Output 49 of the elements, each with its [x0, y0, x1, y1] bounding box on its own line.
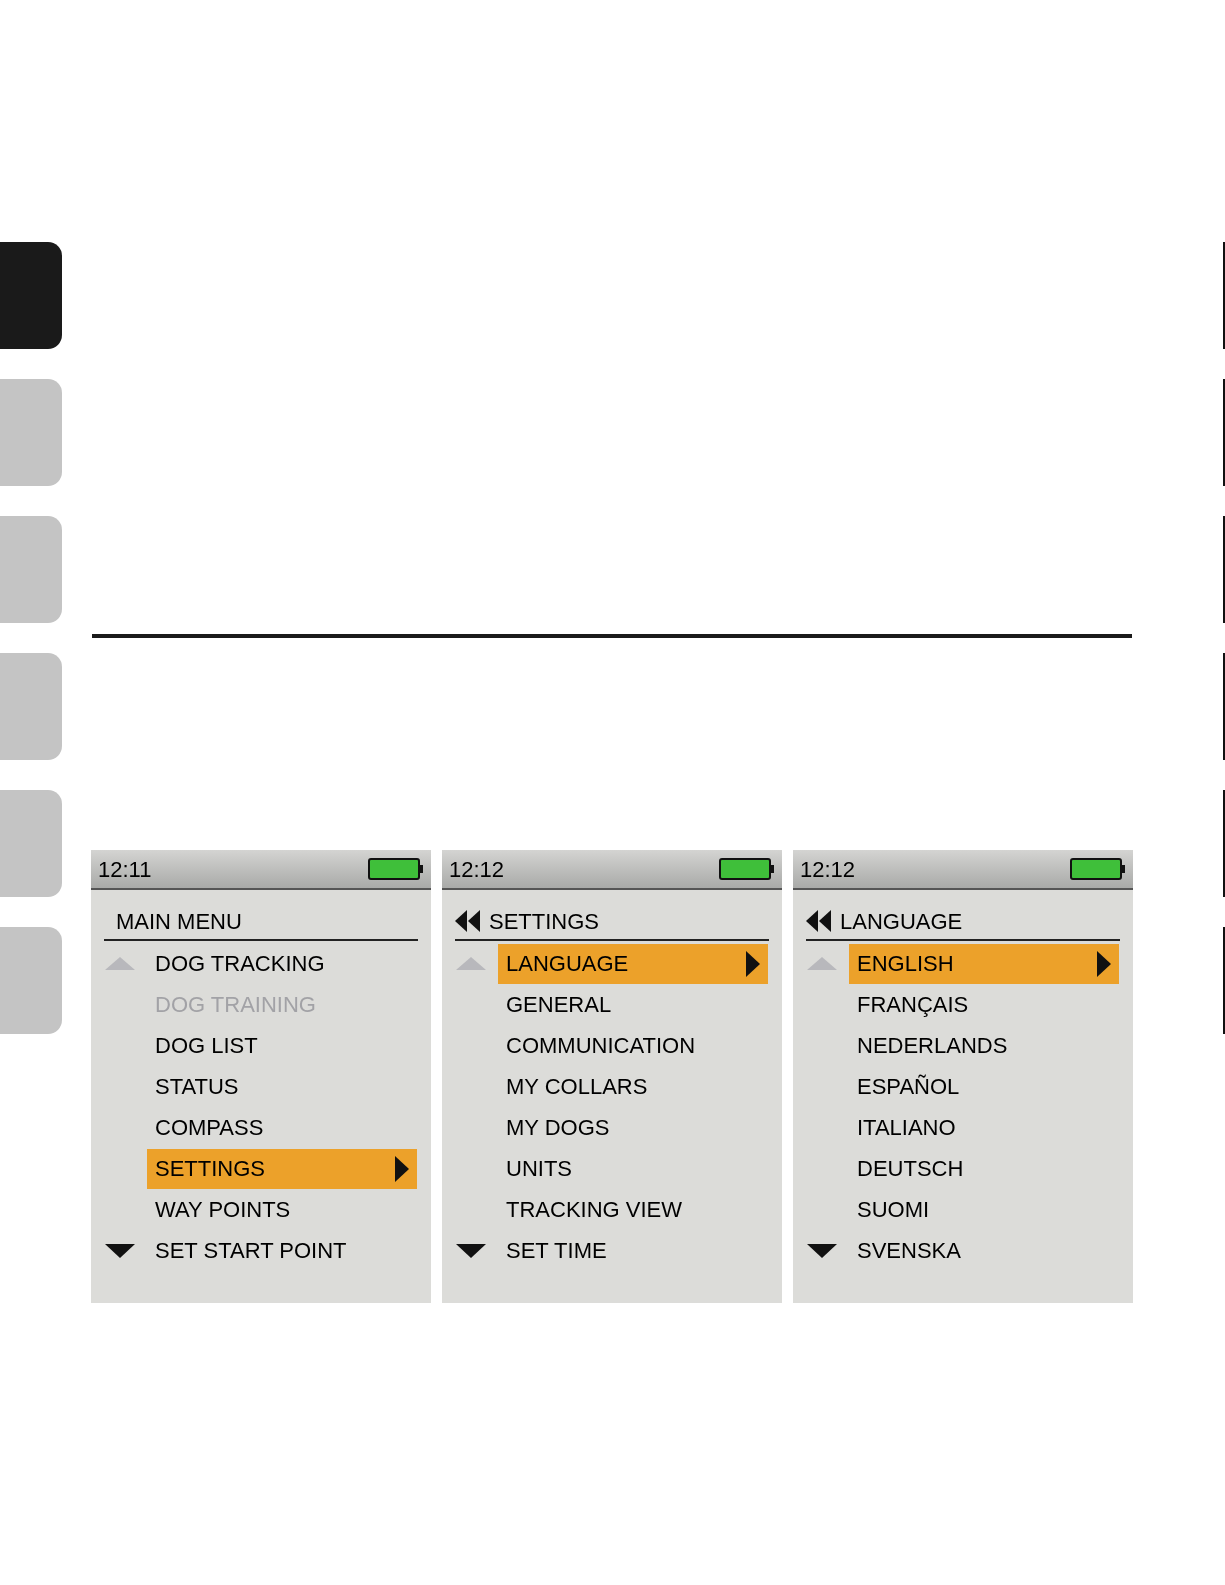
- scroll-down-icon[interactable]: [807, 1243, 837, 1258]
- clock-time: 12:12: [800, 855, 856, 884]
- menu-item[interactable]: SUOMI: [849, 1189, 1119, 1230]
- scroll-down-icon[interactable]: [105, 1243, 135, 1258]
- menu-item[interactable]: COMPASS: [147, 1107, 417, 1148]
- scroll-up-icon[interactable]: [807, 957, 837, 970]
- scroll-up-icon[interactable]: [105, 957, 135, 970]
- side-tab[interactable]: [0, 242, 62, 349]
- caret-icon: [746, 950, 760, 977]
- menu-item[interactable]: FRANÇAIS: [849, 984, 1119, 1025]
- menu-item[interactable]: WAY POINTS: [147, 1189, 417, 1230]
- caret-icon: [1097, 950, 1111, 977]
- side-tab[interactable]: [0, 790, 62, 897]
- menu-item[interactable]: MY COLLARS: [498, 1066, 768, 1107]
- screen-title: SETTINGS: [489, 907, 599, 936]
- back-arrow-icon[interactable]: [806, 910, 832, 932]
- back-arrow-icon[interactable]: [455, 910, 481, 932]
- battery-icon: [368, 858, 424, 880]
- menu-item[interactable]: SVENSKA: [849, 1230, 1119, 1271]
- menu-item[interactable]: NEDERLANDS: [849, 1025, 1119, 1066]
- menu-item[interactable]: SET TIME: [498, 1230, 768, 1271]
- screen-title: LANGUAGE: [840, 907, 963, 936]
- menu-item[interactable]: COMMUNICATION: [498, 1025, 768, 1066]
- menu-item[interactable]: ITALIANO: [849, 1107, 1119, 1148]
- menu-item[interactable]: MY DOGS: [498, 1107, 768, 1148]
- battery-icon: [1070, 858, 1126, 880]
- scroll-up-icon[interactable]: [456, 957, 486, 970]
- menu-item[interactable]: STATUS: [147, 1066, 417, 1107]
- clock-time: 12:12: [449, 855, 505, 884]
- menu-item[interactable]: GENERAL: [498, 984, 768, 1025]
- clock-time: 12:11: [98, 855, 152, 884]
- menu-item[interactable]: LANGUAGE: [498, 943, 768, 984]
- battery-icon: [719, 858, 775, 880]
- side-tab[interactable]: [0, 516, 62, 623]
- caret-icon: [395, 1155, 409, 1182]
- menu-item[interactable]: TRACKING VIEW: [498, 1189, 768, 1230]
- menu-item[interactable]: ENGLISH: [849, 943, 1119, 984]
- menu-item[interactable]: UNITS: [498, 1148, 768, 1189]
- scroll-down-icon[interactable]: [456, 1243, 486, 1258]
- screen-title: MAIN MENU: [115, 907, 242, 936]
- menu-item[interactable]: DEUTSCH: [849, 1148, 1119, 1189]
- side-tab[interactable]: [0, 653, 62, 760]
- menu-item[interactable]: ESPAÑOL: [849, 1066, 1119, 1107]
- menu-item[interactable]: SETTINGS: [147, 1148, 417, 1189]
- menu-item[interactable]: SET START POINT: [147, 1230, 417, 1271]
- menu-item[interactable]: DOG LIST: [147, 1025, 417, 1066]
- side-tab[interactable]: [0, 927, 62, 1034]
- side-tab[interactable]: [0, 379, 62, 486]
- menu-item[interactable]: DOG TRACKING: [147, 943, 417, 984]
